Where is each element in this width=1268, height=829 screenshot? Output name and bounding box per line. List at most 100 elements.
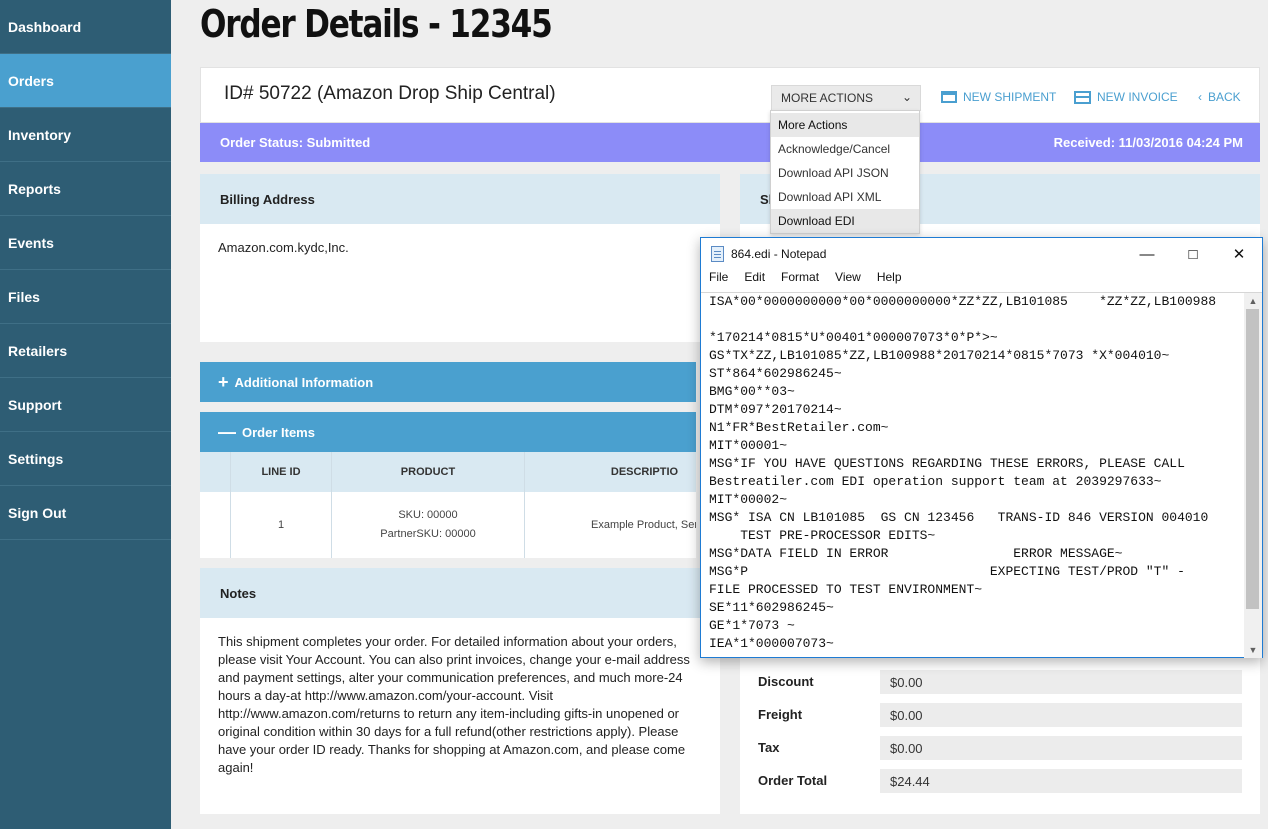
notepad-text-area[interactable]: ISA*00*0000000000*00*0000000000*ZZ*ZZ,LB… [701,292,1244,658]
tax-value: $0.00 [880,736,1242,760]
description-cell: Example Product, Ser [524,492,696,558]
edi-line [701,311,1244,329]
table-header-row: LINE ID PRODUCT DESCRIPTIO [200,452,696,492]
order-total-row: Order Total $24.44 [758,769,1242,793]
discount-label: Discount [758,674,814,689]
dropdown-option-acknowledge-cancel[interactable]: Acknowledge/Cancel [771,137,919,161]
new-invoice-button[interactable]: NEW INVOICE [1074,90,1178,104]
sku-text: SKU: 00000 [398,509,458,521]
freight-label: Freight [758,707,803,722]
order-items-table: LINE ID PRODUCT DESCRIPTIO 1 SKU: 00000 … [200,452,696,558]
sidebar-item-settings[interactable]: Settings [0,432,171,486]
back-label: BACK [1208,90,1241,104]
sidebar-item-reports[interactable]: Reports [0,162,171,216]
totals-panel: Discount $0.00 Freight $0.00 Tax $0.00 O… [740,656,1260,814]
sidebar: Dashboard Orders Inventory Reports Event… [0,0,171,829]
freight-value: $0.00 [880,703,1242,727]
sidebar-item-inventory[interactable]: Inventory [0,108,171,162]
menu-view[interactable]: View [835,270,869,292]
close-button[interactable]: ✕ [1219,242,1259,266]
tax-label: Tax [758,740,780,755]
discount-row: Discount $0.00 [758,670,1242,694]
dropdown-option-download-edi[interactable]: Download EDI [771,209,919,233]
edi-line: GE*1*7073 ~ [709,618,795,633]
additional-information-label: Additional Information [234,374,374,390]
notepad-title-bar[interactable]: 864.edi - Notepad — □ ✕ [701,238,1262,270]
menu-format[interactable]: Format [781,270,827,292]
additional-information-toggle[interactable]: + Additional Information [200,362,696,402]
credit-card-icon [1074,90,1091,104]
notes-panel: Notes This shipment completes your order… [200,568,720,814]
edi-line: MIT*00002~ [709,492,788,507]
dropdown-option-download-api-json[interactable]: Download API JSON [771,161,919,185]
edi-line: MSG*P EXPECTING TEST/PROD "T" - [709,564,1185,579]
sidebar-item-support[interactable]: Support [0,378,171,432]
scroll-down-arrow-icon[interactable]: ▼ [1244,642,1262,658]
minimize-button[interactable]: — [1127,242,1167,266]
order-id: ID# 50722 (Amazon Drop Ship Central) [224,83,556,104]
maximize-button[interactable]: □ [1173,242,1213,266]
status-bar: Order Status: Submitted Received: 11/03/… [200,123,1260,162]
page-title: Order Details - 12345 [200,2,553,46]
menu-file[interactable]: File [709,270,736,292]
edi-line: MSG*IF YOU HAVE QUESTIONS REGARDING THES… [709,456,1185,471]
notepad-file-icon [711,246,724,262]
product-cell: SKU: 00000 PartnerSKU: 00000 [331,492,524,558]
sidebar-item-orders[interactable]: Orders [0,54,171,108]
column-header-description: DESCRIPTIO [524,452,696,492]
notepad-window: 864.edi - Notepad — □ ✕ File Edit Format… [700,237,1263,658]
edi-line: SE*11*602986245~ [709,600,834,615]
plus-icon: + [218,372,229,392]
new-shipment-label: NEW SHIPMENT [963,90,1057,104]
edi-line: N1*FR*BestRetailer.com~ [709,420,889,435]
freight-row: Freight $0.00 [758,703,1242,727]
sidebar-item-files[interactable]: Files [0,270,171,324]
dropdown-option-more-actions[interactable]: More Actions [771,113,919,137]
partner-sku-text: PartnerSKU: 00000 [380,528,476,540]
received-date: Received: 11/03/2016 04:24 PM [1053,135,1243,150]
column-header-line-id: LINE ID [230,452,331,492]
edi-line: ISA*00*0000000000*00*0000000000*ZZ*ZZ,LB… [709,294,1217,309]
dropdown-option-download-api-xml[interactable]: Download API XML [771,185,919,209]
scrollbar-thumb[interactable] [1246,309,1259,609]
edi-line: FILE PROCESSED TO TEST ENVIRONMENT~ [709,582,983,597]
sidebar-item-sign-out[interactable]: Sign Out [0,486,171,540]
scroll-up-arrow-icon[interactable]: ▲ [1244,293,1262,309]
order-items-toggle[interactable]: — Order Items [200,412,696,452]
edi-line: MIT*00001~ [709,438,788,453]
billing-address-text: Amazon.com.kydc,Inc. [218,240,349,255]
sidebar-item-dashboard[interactable]: Dashboard [0,0,171,54]
new-shipment-button[interactable]: NEW SHIPMENT [941,90,1056,104]
edi-line: DTM*097*20170214~ [709,402,842,417]
edi-line: MSG* ISA CN LB101085 GS CN 123456 TRANS-… [709,510,1209,525]
tax-row: Tax $0.00 [758,736,1242,760]
notepad-menu-bar: File Edit Format View Help [701,270,1262,292]
edi-line: BMG*00**03~ [709,384,795,399]
box-icon [941,91,957,103]
sidebar-item-events[interactable]: Events [0,216,171,270]
table-row: 1 SKU: 00000 PartnerSKU: 00000 Example P… [200,492,696,558]
edi-line: MSG*DATA FIELD IN ERROR ERROR MESSAGE~ [709,546,1123,561]
chevron-left-icon: ‹ [1198,90,1202,104]
more-actions-label: MORE ACTIONS [781,91,874,105]
notepad-title: 864.edi - Notepad [731,247,827,261]
back-button[interactable]: ‹ BACK [1198,90,1241,104]
order-total-label: Order Total [758,773,828,788]
order-header: ID# 50722 (Amazon Drop Ship Central) MOR… [200,67,1260,123]
menu-help[interactable]: Help [877,270,910,292]
edi-line: ST*864*602986245~ [709,366,842,381]
sidebar-item-retailers[interactable]: Retailers [0,324,171,378]
edi-line: Bestreatiler.com EDI operation support t… [709,474,1162,489]
line-id-cell: 1 [230,492,331,558]
billing-address-panel: Billing Address Amazon.com.kydc,Inc. [200,174,720,342]
order-total-value: $24.44 [880,769,1242,793]
edi-line: TEST PRE-PROCESSOR EDITS~ [709,528,936,543]
vertical-scrollbar[interactable]: ▲ ▼ [1244,292,1262,658]
notes-heading: Notes [200,568,720,618]
billing-address-heading: Billing Address [200,174,720,224]
edi-line: *170214*0815*U*00401*000007073*0*P*>~ [709,330,998,345]
more-actions-select[interactable]: MORE ACTIONS ⌄ [771,85,921,111]
minus-icon: — [218,422,236,442]
more-actions-dropdown: More Actions Acknowledge/Cancel Download… [770,110,920,234]
menu-edit[interactable]: Edit [744,270,773,292]
